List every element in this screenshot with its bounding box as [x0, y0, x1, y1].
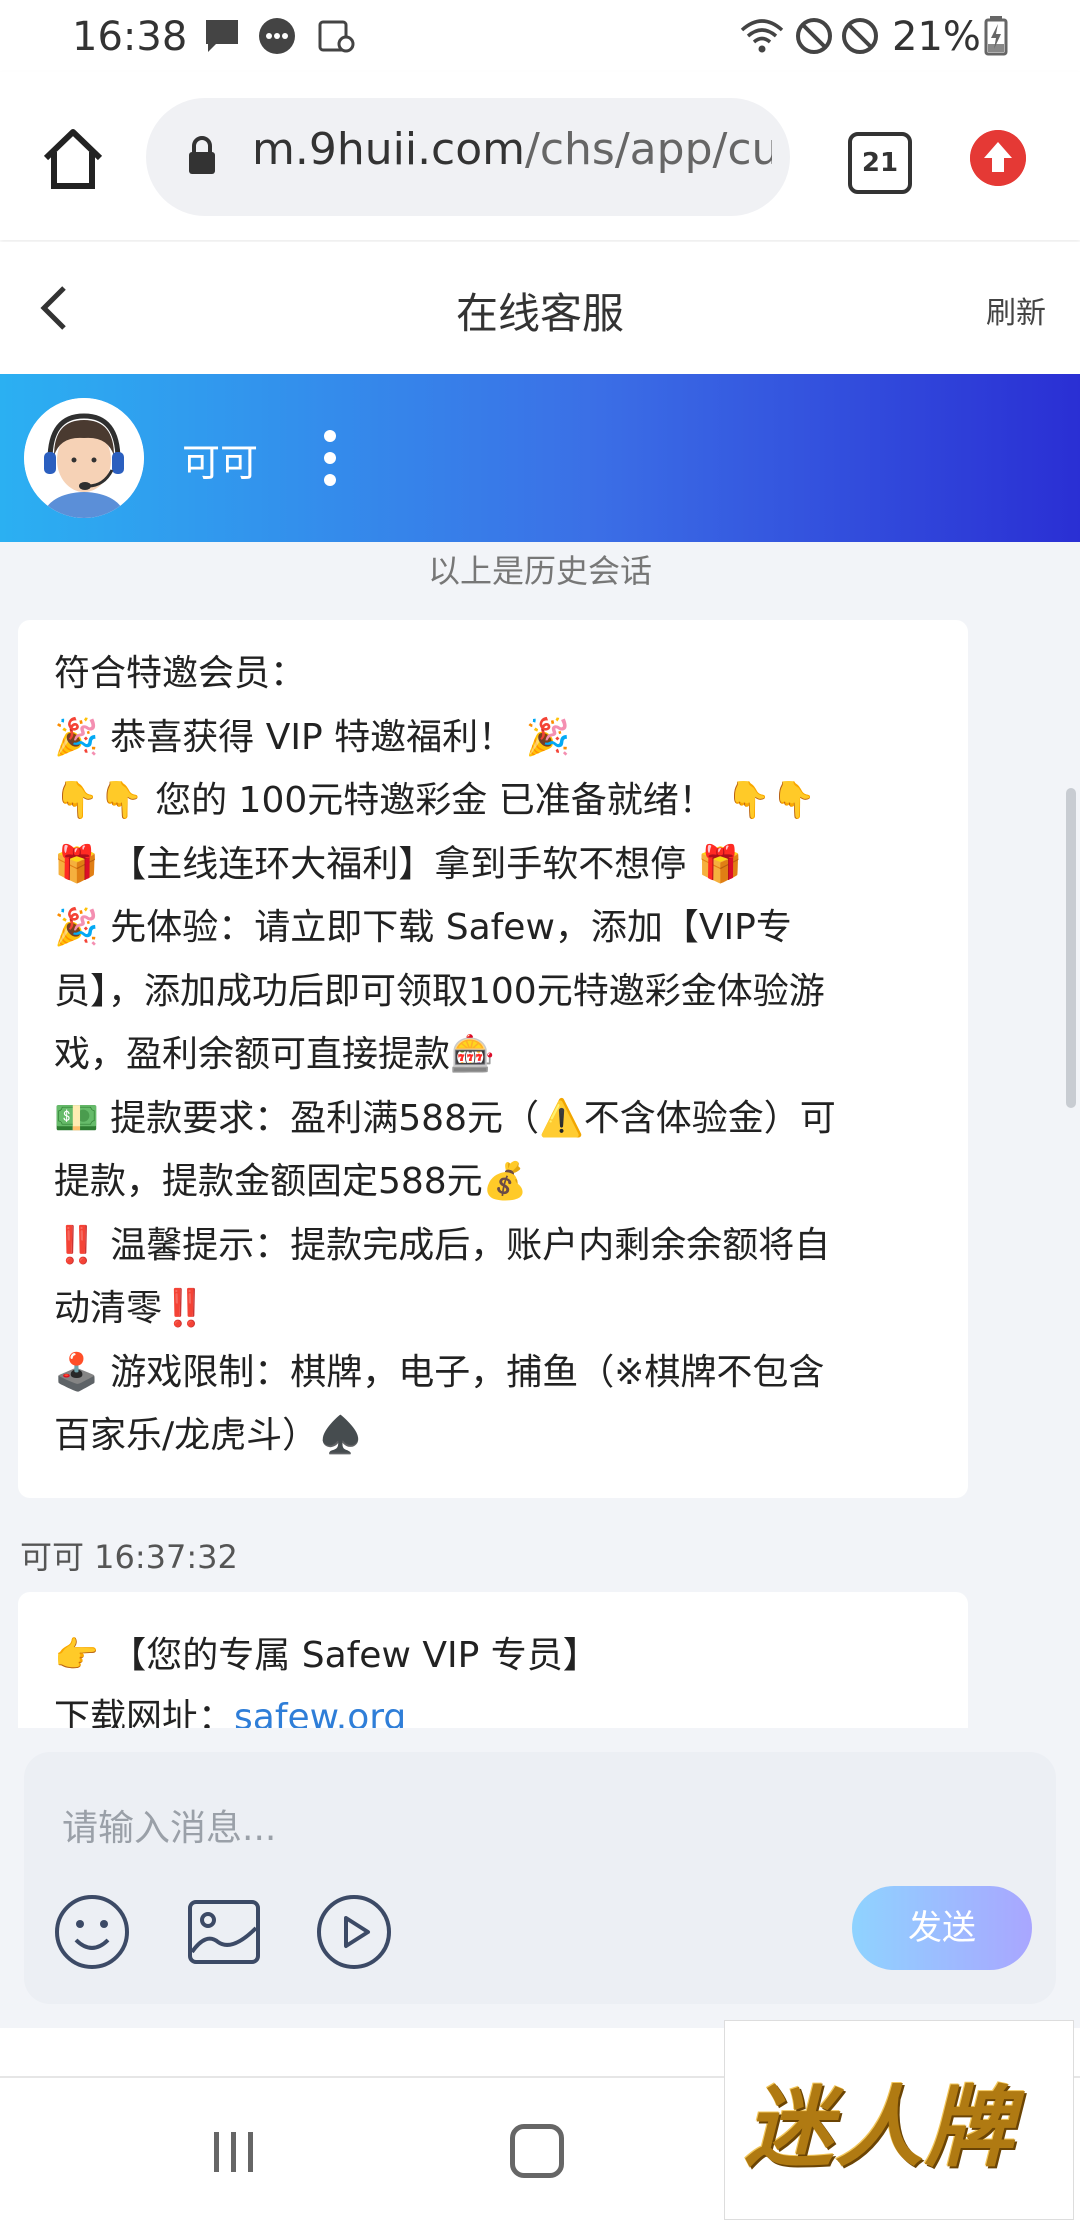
- battery-icon: [984, 16, 1008, 56]
- recent-apps-icon[interactable]: [210, 2128, 258, 2176]
- composer: 发送: [24, 1752, 1056, 2004]
- do-not-disturb-icon: [796, 18, 832, 54]
- send-button[interactable]: 发送: [852, 1886, 1032, 1970]
- tab-switcher-button[interactable]: 21: [848, 132, 912, 194]
- lock-icon: [189, 136, 215, 174]
- agent-avatar: [24, 398, 144, 518]
- url-text: m.9huii.com/chs/app/cu: [252, 124, 772, 175]
- video-icon[interactable]: [314, 1892, 394, 1972]
- chat-messages[interactable]: 以上是历史会话 符合特邀会员： 🎉 恭喜获得 VIP 特邀福利！ 🎉 👇👇 您的…: [0, 542, 1080, 1728]
- browser-toolbar: m.9huii.com/chs/app/cu 21: [0, 72, 1080, 240]
- watermark-logo: 迷人牌: [724, 2020, 1074, 2220]
- message-line: 提款，提款金额固定588元💰: [54, 1161, 528, 1202]
- refresh-button[interactable]: 刷新: [986, 288, 1046, 332]
- message-line: 🎁 【主线连环大福利】拿到手软不想停 🎁: [54, 843, 743, 885]
- address-bar[interactable]: m.9huii.com/chs/app/cu: [146, 98, 790, 216]
- battery-percent: 21%: [892, 14, 981, 60]
- url-host: m.9huii.com: [252, 124, 526, 175]
- message-line: 员】，添加成功后即可领取100元特邀彩金体验游: [54, 970, 825, 1012]
- message-input[interactable]: [60, 1792, 1024, 1864]
- message-line: 百家乐/龙虎斗）♠️: [54, 1415, 363, 1456]
- message-line: 动清零‼️: [54, 1288, 207, 1329]
- message-bubble: 符合特邀会员： 🎉 恭喜获得 VIP 特邀福利！ 🎉 👇👇 您的 100元特邀彩…: [18, 620, 968, 1498]
- blocked-icon: [842, 18, 878, 54]
- message-text: 符合特邀会员： 🎉 恭喜获得 VIP 特邀福利！ 🎉 👇👇 您的 100元特邀彩…: [54, 642, 954, 1468]
- message-line: 符合特邀会员：: [54, 653, 307, 694]
- message-sender-time: 可可 16:37:32: [20, 1538, 238, 1576]
- message-bubble: 👉 【您的专属 Safew VIP 专员】 下载网址：safew.org: [18, 1592, 968, 1728]
- nav-home-button[interactable]: [510, 2124, 564, 2178]
- message-line: 戏，盈利余额可直接提款🎰: [54, 1034, 495, 1075]
- page-title: 在线客服: [455, 289, 624, 338]
- message-line: 💵 提款要求：盈利满588元（⚠️不含体验金）可: [54, 1097, 836, 1139]
- agent-name: 可可: [182, 441, 259, 485]
- chat-scrollbar[interactable]: [1066, 788, 1076, 1108]
- status-time: 16:38: [72, 14, 188, 60]
- message-line: 🎉 恭喜获得 VIP 特邀福利！ 🎉: [54, 716, 571, 758]
- watermark-text: 迷人牌: [745, 2075, 1016, 2179]
- message-line: 下载网址：safew.org: [54, 1688, 406, 1728]
- wifi-icon: [740, 19, 784, 53]
- history-divider: 以上是历史会话: [427, 552, 652, 590]
- home-icon[interactable]: [38, 124, 108, 194]
- message-line: 👇👇 您的 100元特邀彩金 已准备就绪！ 👇👇: [54, 780, 816, 821]
- message-line: 🕹️ 游戏限制：棋牌，电子，捕鱼（※棋牌不包含: [54, 1351, 825, 1393]
- composer-area: 发送: [0, 1728, 1080, 2028]
- download-label: 下载网址：: [54, 1697, 235, 1728]
- screen-cast-icon: [318, 20, 355, 53]
- url-path: /chs/app/cu: [525, 124, 772, 175]
- agent-banner: 可可: [0, 374, 1080, 542]
- chat-bubble-icon: [259, 18, 295, 54]
- message-line: 👉 【您的专属 Safew VIP 专员】: [54, 1635, 599, 1676]
- image-icon[interactable]: [184, 1892, 264, 1972]
- message-line: ‼️ 温馨提示：提款完成后，账户内剩余余额将自: [54, 1224, 831, 1266]
- update-icon[interactable]: [970, 130, 1026, 186]
- download-link[interactable]: safew.org: [234, 1697, 406, 1728]
- status-bar: 16:38 21%: [0, 0, 1080, 72]
- emoji-icon[interactable]: [52, 1892, 132, 1972]
- more-options-icon[interactable]: [318, 428, 342, 488]
- message-line: 🎉 先体验：请立即下载 Safew，添加【VIP专: [54, 907, 792, 948]
- message-icon: [206, 20, 238, 52]
- page-header: 在线客服 刷新: [0, 242, 1080, 374]
